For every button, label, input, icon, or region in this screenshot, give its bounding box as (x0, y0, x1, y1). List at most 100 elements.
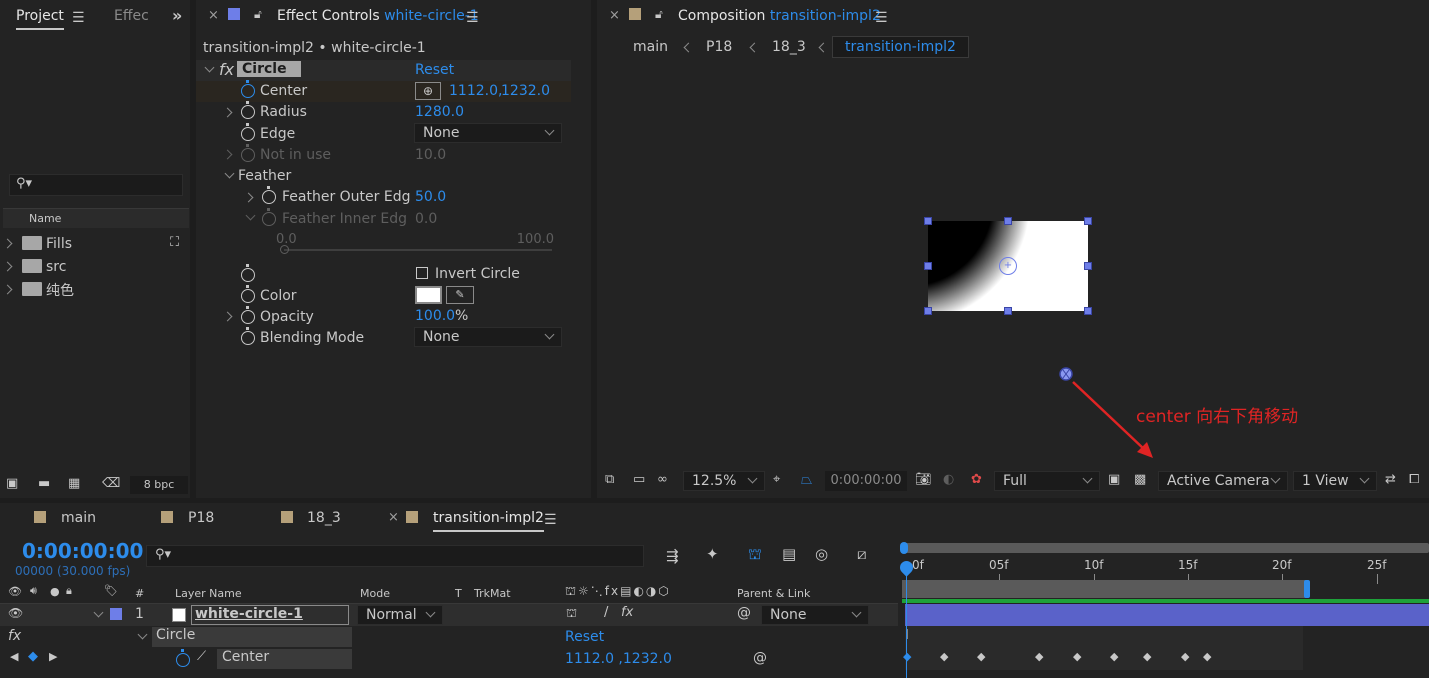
stopwatch-icon[interactable] (241, 264, 255, 282)
work-area-bar[interactable] (902, 580, 1310, 598)
reset-link[interactable]: Reset (565, 629, 604, 645)
layer-label-color[interactable] (110, 608, 122, 620)
keyframe[interactable]: ◆ (1110, 650, 1118, 663)
menu-icon[interactable]: ☰ (875, 10, 888, 26)
transform-handle[interactable] (924, 217, 932, 225)
menu-icon[interactable]: ☰ (72, 10, 85, 26)
expand-icon[interactable] (2, 261, 13, 272)
comp-mini-flowchart-icon[interactable]: ⇶ (666, 547, 679, 565)
trash-icon[interactable]: ⌫ (102, 476, 120, 491)
draft-3d-icon[interactable]: ✦ (706, 545, 719, 563)
keyframe[interactable]: ◆ (977, 650, 985, 663)
project-item[interactable]: 纯色 (0, 279, 190, 301)
close-icon[interactable]: × (388, 510, 399, 525)
show-snapshot-icon[interactable]: ◐ (943, 472, 954, 487)
crumb-18-3[interactable]: 18_3 (772, 39, 806, 55)
param-group-feather[interactable]: Feather (196, 166, 571, 187)
feather-outer-value[interactable]: 50.0 (415, 189, 446, 205)
edge-dropdown[interactable]: None (414, 123, 562, 143)
project-item[interactable]: src (0, 256, 190, 278)
time-navigator[interactable] (900, 542, 1429, 554)
effect-header-row[interactable]: fx Circle Reset (196, 60, 571, 81)
vr-icon[interactable]: ∞ (657, 472, 668, 487)
shy-layers-icon[interactable]: ⛫ (748, 545, 762, 565)
layer-duration-bar[interactable] (905, 604, 1429, 626)
keyframe[interactable]: ◆ (1203, 650, 1211, 663)
motion-blur-icon[interactable]: ◎ (815, 545, 828, 563)
lock-icon[interactable]: 🔒︎ (66, 584, 72, 598)
shy-switch-icon[interactable]: ⛫ (566, 606, 577, 622)
effect-collapse-icon[interactable] (137, 629, 148, 640)
visibility-eye-icon[interactable]: 👁︎ (8, 606, 23, 620)
transform-handle[interactable] (924, 307, 932, 315)
transform-handle[interactable] (1004, 217, 1012, 225)
fx-switch-icon[interactable]: fx (621, 605, 633, 620)
crumb-main[interactable]: main (633, 39, 668, 55)
stopwatch-icon[interactable] (241, 306, 255, 324)
always-preview-icon[interactable]: ⧉ (605, 472, 614, 487)
audio-icon[interactable]: 🔊︎ (30, 584, 37, 598)
timecode-button[interactable]: 0:00:00:00 (825, 471, 907, 491)
opacity-value[interactable]: 100.0 (415, 308, 455, 324)
timeline-tab[interactable]: main (61, 510, 96, 526)
stopwatch-icon[interactable] (241, 327, 255, 345)
layer-name[interactable]: white-circle-1 (191, 605, 349, 625)
transform-handle[interactable] (1004, 307, 1012, 315)
transform-handle[interactable] (924, 262, 932, 270)
timeline-tab[interactable]: P18 (188, 510, 214, 526)
project-item[interactable]: Fills ⛶ (0, 233, 190, 255)
next-keyframe-icon[interactable]: ▶ (49, 650, 57, 663)
add-keyframe-icon[interactable]: ◆ (28, 649, 38, 664)
collapse-icon[interactable] (204, 62, 215, 73)
panel-overflow-icon[interactable]: » (172, 6, 182, 25)
eye-icon[interactable]: 👁︎ (8, 585, 22, 598)
comp-viewer[interactable]: + center 向右下角移动 (597, 66, 1429, 466)
expand-icon[interactable] (243, 192, 254, 203)
transparency-grid-icon[interactable]: ▩ (1134, 472, 1146, 487)
col-parent[interactable]: Parent & Link (737, 587, 810, 600)
fast-preview-icon[interactable]: ⧠ (1409, 472, 1419, 487)
keyframe[interactable]: ◆ (903, 650, 911, 663)
blend-dropdown[interactable]: None (414, 327, 562, 347)
color-swatch[interactable] (415, 286, 442, 304)
work-area-end[interactable] (1304, 580, 1310, 598)
col-trkmat[interactable]: TrkMat (474, 587, 511, 600)
parent-dropdown[interactable]: None (761, 605, 869, 625)
timeline-timecode[interactable]: 0:00:00:00 (22, 539, 143, 563)
stopwatch-icon[interactable] (241, 285, 255, 303)
menu-icon[interactable]: ☰ (544, 512, 557, 528)
new-folder-icon[interactable]: ▬ (38, 476, 50, 491)
layer-mode-dropdown[interactable]: Normal (357, 605, 443, 625)
region-of-interest-icon[interactable]: ▣ (1108, 472, 1120, 487)
transform-handle[interactable] (1084, 262, 1092, 270)
camera-dropdown[interactable]: Active Camera (1158, 471, 1288, 491)
fx-icon[interactable]: fx (219, 60, 234, 79)
effect-name[interactable]: Circle (237, 61, 301, 77)
collapse-icon[interactable] (224, 168, 235, 179)
crumb-p18[interactable]: P18 (706, 39, 732, 55)
transform-handle[interactable] (1084, 307, 1092, 315)
monitor-icon[interactable]: ▭ (633, 472, 645, 487)
graph-editor-icon[interactable]: ⧄ (857, 545, 867, 563)
stopwatch-icon[interactable] (241, 123, 255, 141)
invert-checkbox[interactable] (416, 267, 428, 279)
property-value[interactable]: 1112.0 ,1232.0 (565, 651, 672, 667)
frame-blending-icon[interactable]: ▤ (782, 545, 796, 563)
stopwatch-icon[interactable] (262, 186, 276, 204)
effect-name[interactable]: Circle (152, 627, 352, 647)
tab-effect-controls[interactable]: Effect Controls white-circle-1 (277, 8, 479, 24)
zoom-dropdown[interactable]: 12.5% (683, 471, 765, 491)
pickwhip-icon[interactable]: @ (753, 650, 767, 666)
expand-icon[interactable] (222, 107, 233, 118)
anchor-point-icon[interactable]: + (999, 257, 1017, 275)
expand-icon[interactable] (2, 238, 13, 249)
search-input[interactable]: ⚲▾ (9, 174, 183, 196)
property-row[interactable]: ◀ ◆ ▶ ⟋ Center 1112.0 ,1232.0 @ (0, 648, 898, 670)
transform-handle[interactable] (1084, 217, 1092, 225)
quality-switch-icon[interactable]: / (604, 605, 608, 620)
col-layer-name[interactable]: Layer Name (175, 587, 242, 600)
solo-icon[interactable]: ● (50, 585, 60, 598)
playhead[interactable] (897, 558, 916, 678)
tab-project[interactable]: Project (16, 8, 64, 30)
new-comp-icon[interactable]: ▦ (68, 476, 80, 491)
